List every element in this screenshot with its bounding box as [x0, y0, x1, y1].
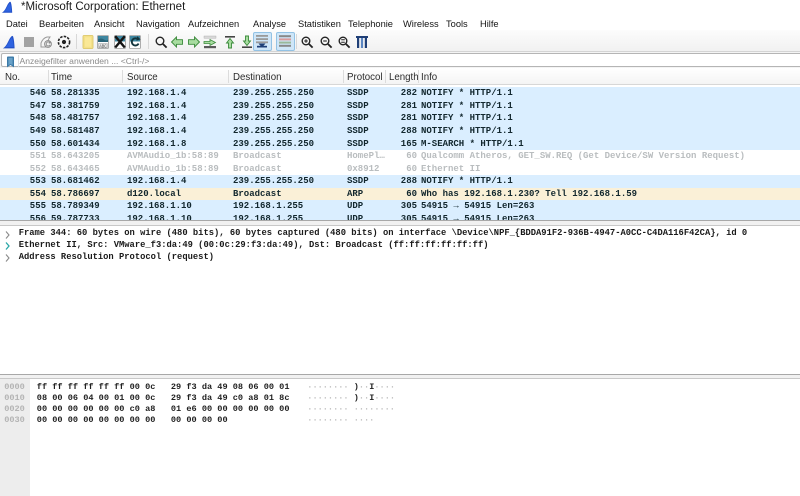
svg-text:ABC: ABC: [99, 45, 107, 49]
